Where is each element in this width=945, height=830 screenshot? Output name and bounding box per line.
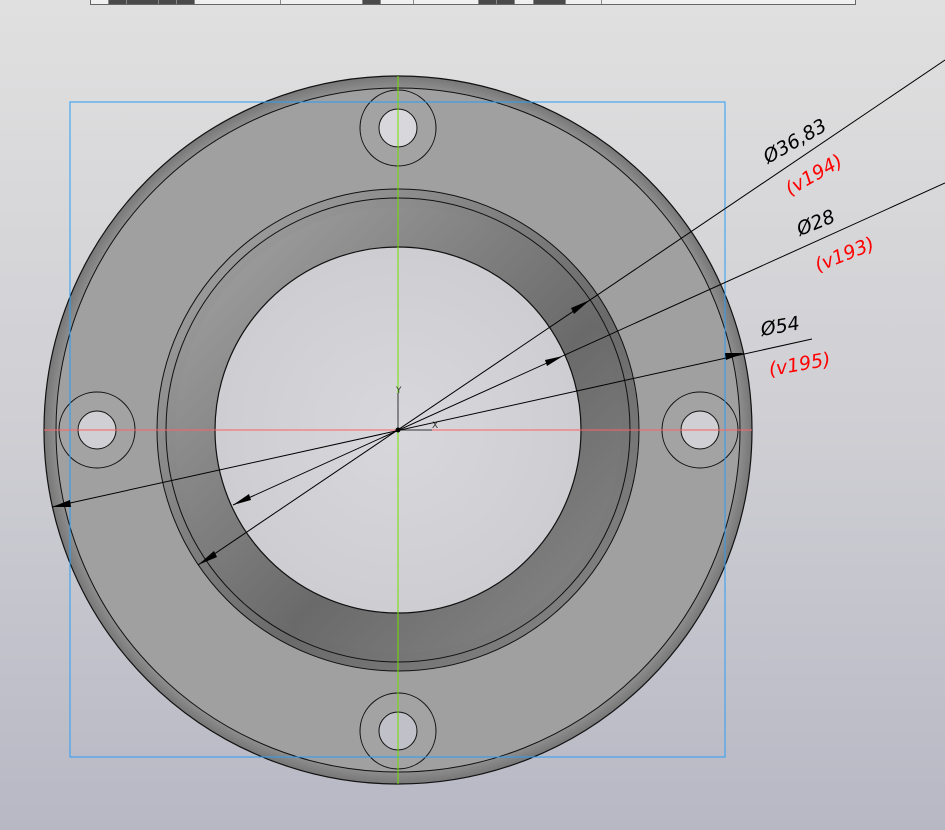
dimension-28[interactable]: Ø28 (v193) <box>793 206 878 277</box>
dimension-variable: (v194) <box>782 150 847 200</box>
dimension-36-83[interactable]: Ø36,83 (v194) <box>759 115 847 201</box>
dimension-label: Ø28 <box>793 206 838 241</box>
dimension-variable: (v193) <box>812 233 878 277</box>
cad-viewport[interactable]: Y X Ø36,83 (v194) Ø28 (v193) Ø54 (v195) <box>0 0 945 830</box>
dimension-variable: (v195) <box>767 348 832 380</box>
dimension-label: Ø54 <box>758 312 801 341</box>
dimension-54[interactable]: Ø54 (v195) <box>758 312 832 380</box>
y-axis-label: Y <box>395 386 402 396</box>
